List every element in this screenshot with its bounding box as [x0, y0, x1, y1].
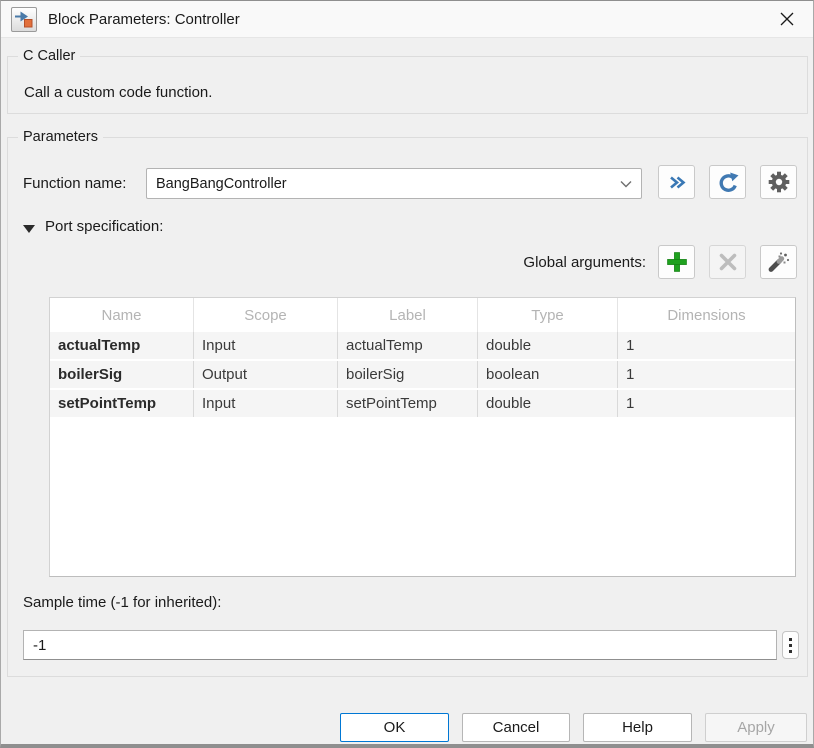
table-row[interactable]: setPointTemp Input setPointTemp double 1 — [50, 390, 795, 419]
cell-type[interactable]: boolean — [478, 361, 618, 388]
refresh-icon — [717, 172, 739, 193]
sample-time-input[interactable] — [23, 630, 777, 660]
cell-label[interactable]: actualTemp — [338, 332, 478, 359]
table-row[interactable]: actualTemp Input actualTemp double 1 — [50, 332, 795, 361]
cell-scope[interactable]: Input — [194, 390, 338, 417]
column-header-type: Type — [478, 298, 618, 332]
function-name-combobox[interactable]: BangBangController — [146, 168, 642, 199]
block-parameters-dialog: Block Parameters: Controller C Caller Ca… — [0, 0, 814, 748]
cell-dimensions[interactable]: 1 — [618, 332, 795, 359]
double-chevron-icon — [668, 175, 686, 190]
kebab-icon — [789, 638, 792, 653]
sample-time-label: Sample time (-1 for inherited): — [23, 594, 221, 611]
function-name-value: BangBangController — [147, 176, 620, 192]
window-title: Block Parameters: Controller — [48, 11, 240, 28]
infer-arguments-button[interactable] — [760, 245, 797, 279]
port-table: Name Scope Label Type Dimensions actualT… — [49, 297, 796, 577]
triangle-down-icon — [23, 225, 35, 233]
add-argument-button[interactable] — [658, 245, 695, 279]
block-type-group: C Caller Call a custom code function. — [7, 56, 808, 114]
x-icon — [718, 252, 738, 272]
sample-time-menu-button[interactable] — [782, 631, 799, 659]
cell-name[interactable]: setPointTemp — [50, 390, 194, 417]
cell-type[interactable]: double — [478, 390, 618, 417]
port-table-body: actualTemp Input actualTemp double 1 boi… — [50, 332, 795, 419]
ok-button[interactable]: OK — [340, 713, 449, 742]
cell-type[interactable]: double — [478, 332, 618, 359]
wand-icon — [767, 251, 790, 273]
table-row[interactable]: boilerSig Output boilerSig boolean 1 — [50, 361, 795, 390]
gear-icon — [768, 171, 790, 193]
refresh-button[interactable] — [709, 165, 746, 199]
cell-name[interactable]: boilerSig — [50, 361, 194, 388]
chevron-down-icon — [620, 180, 641, 188]
block-description: Call a custom code function. — [24, 84, 212, 101]
port-table-header: Name Scope Label Type Dimensions — [50, 298, 795, 332]
parameters-group-label: Parameters — [18, 129, 103, 145]
port-spec-label: Port specification: — [45, 218, 163, 235]
close-button[interactable] — [771, 4, 803, 34]
port-spec-toggle[interactable] — [23, 220, 35, 238]
help-button[interactable]: Help — [583, 713, 692, 742]
function-name-label: Function name: — [23, 175, 126, 192]
function-browse-button[interactable] — [658, 165, 695, 199]
cell-label[interactable]: setPointTemp — [338, 390, 478, 417]
cell-label[interactable]: boilerSig — [338, 361, 478, 388]
plus-icon — [666, 251, 688, 273]
column-header-name: Name — [50, 298, 194, 332]
cell-name[interactable]: actualTemp — [50, 332, 194, 359]
simulink-block-icon — [11, 7, 37, 32]
cell-dimensions[interactable]: 1 — [618, 390, 795, 417]
close-icon — [779, 11, 795, 27]
column-header-dimensions: Dimensions — [618, 298, 795, 332]
cell-scope[interactable]: Input — [194, 332, 338, 359]
settings-button[interactable] — [760, 165, 797, 199]
cell-dimensions[interactable]: 1 — [618, 361, 795, 388]
cancel-button[interactable]: Cancel — [462, 713, 570, 742]
global-arguments-label: Global arguments: — [491, 254, 646, 271]
block-type-group-label: C Caller — [18, 48, 80, 64]
remove-argument-button — [709, 245, 746, 279]
cell-scope[interactable]: Output — [194, 361, 338, 388]
column-header-label: Label — [338, 298, 478, 332]
column-header-scope: Scope — [194, 298, 338, 332]
titlebar: Block Parameters: Controller — [1, 1, 813, 38]
apply-button: Apply — [705, 713, 807, 742]
